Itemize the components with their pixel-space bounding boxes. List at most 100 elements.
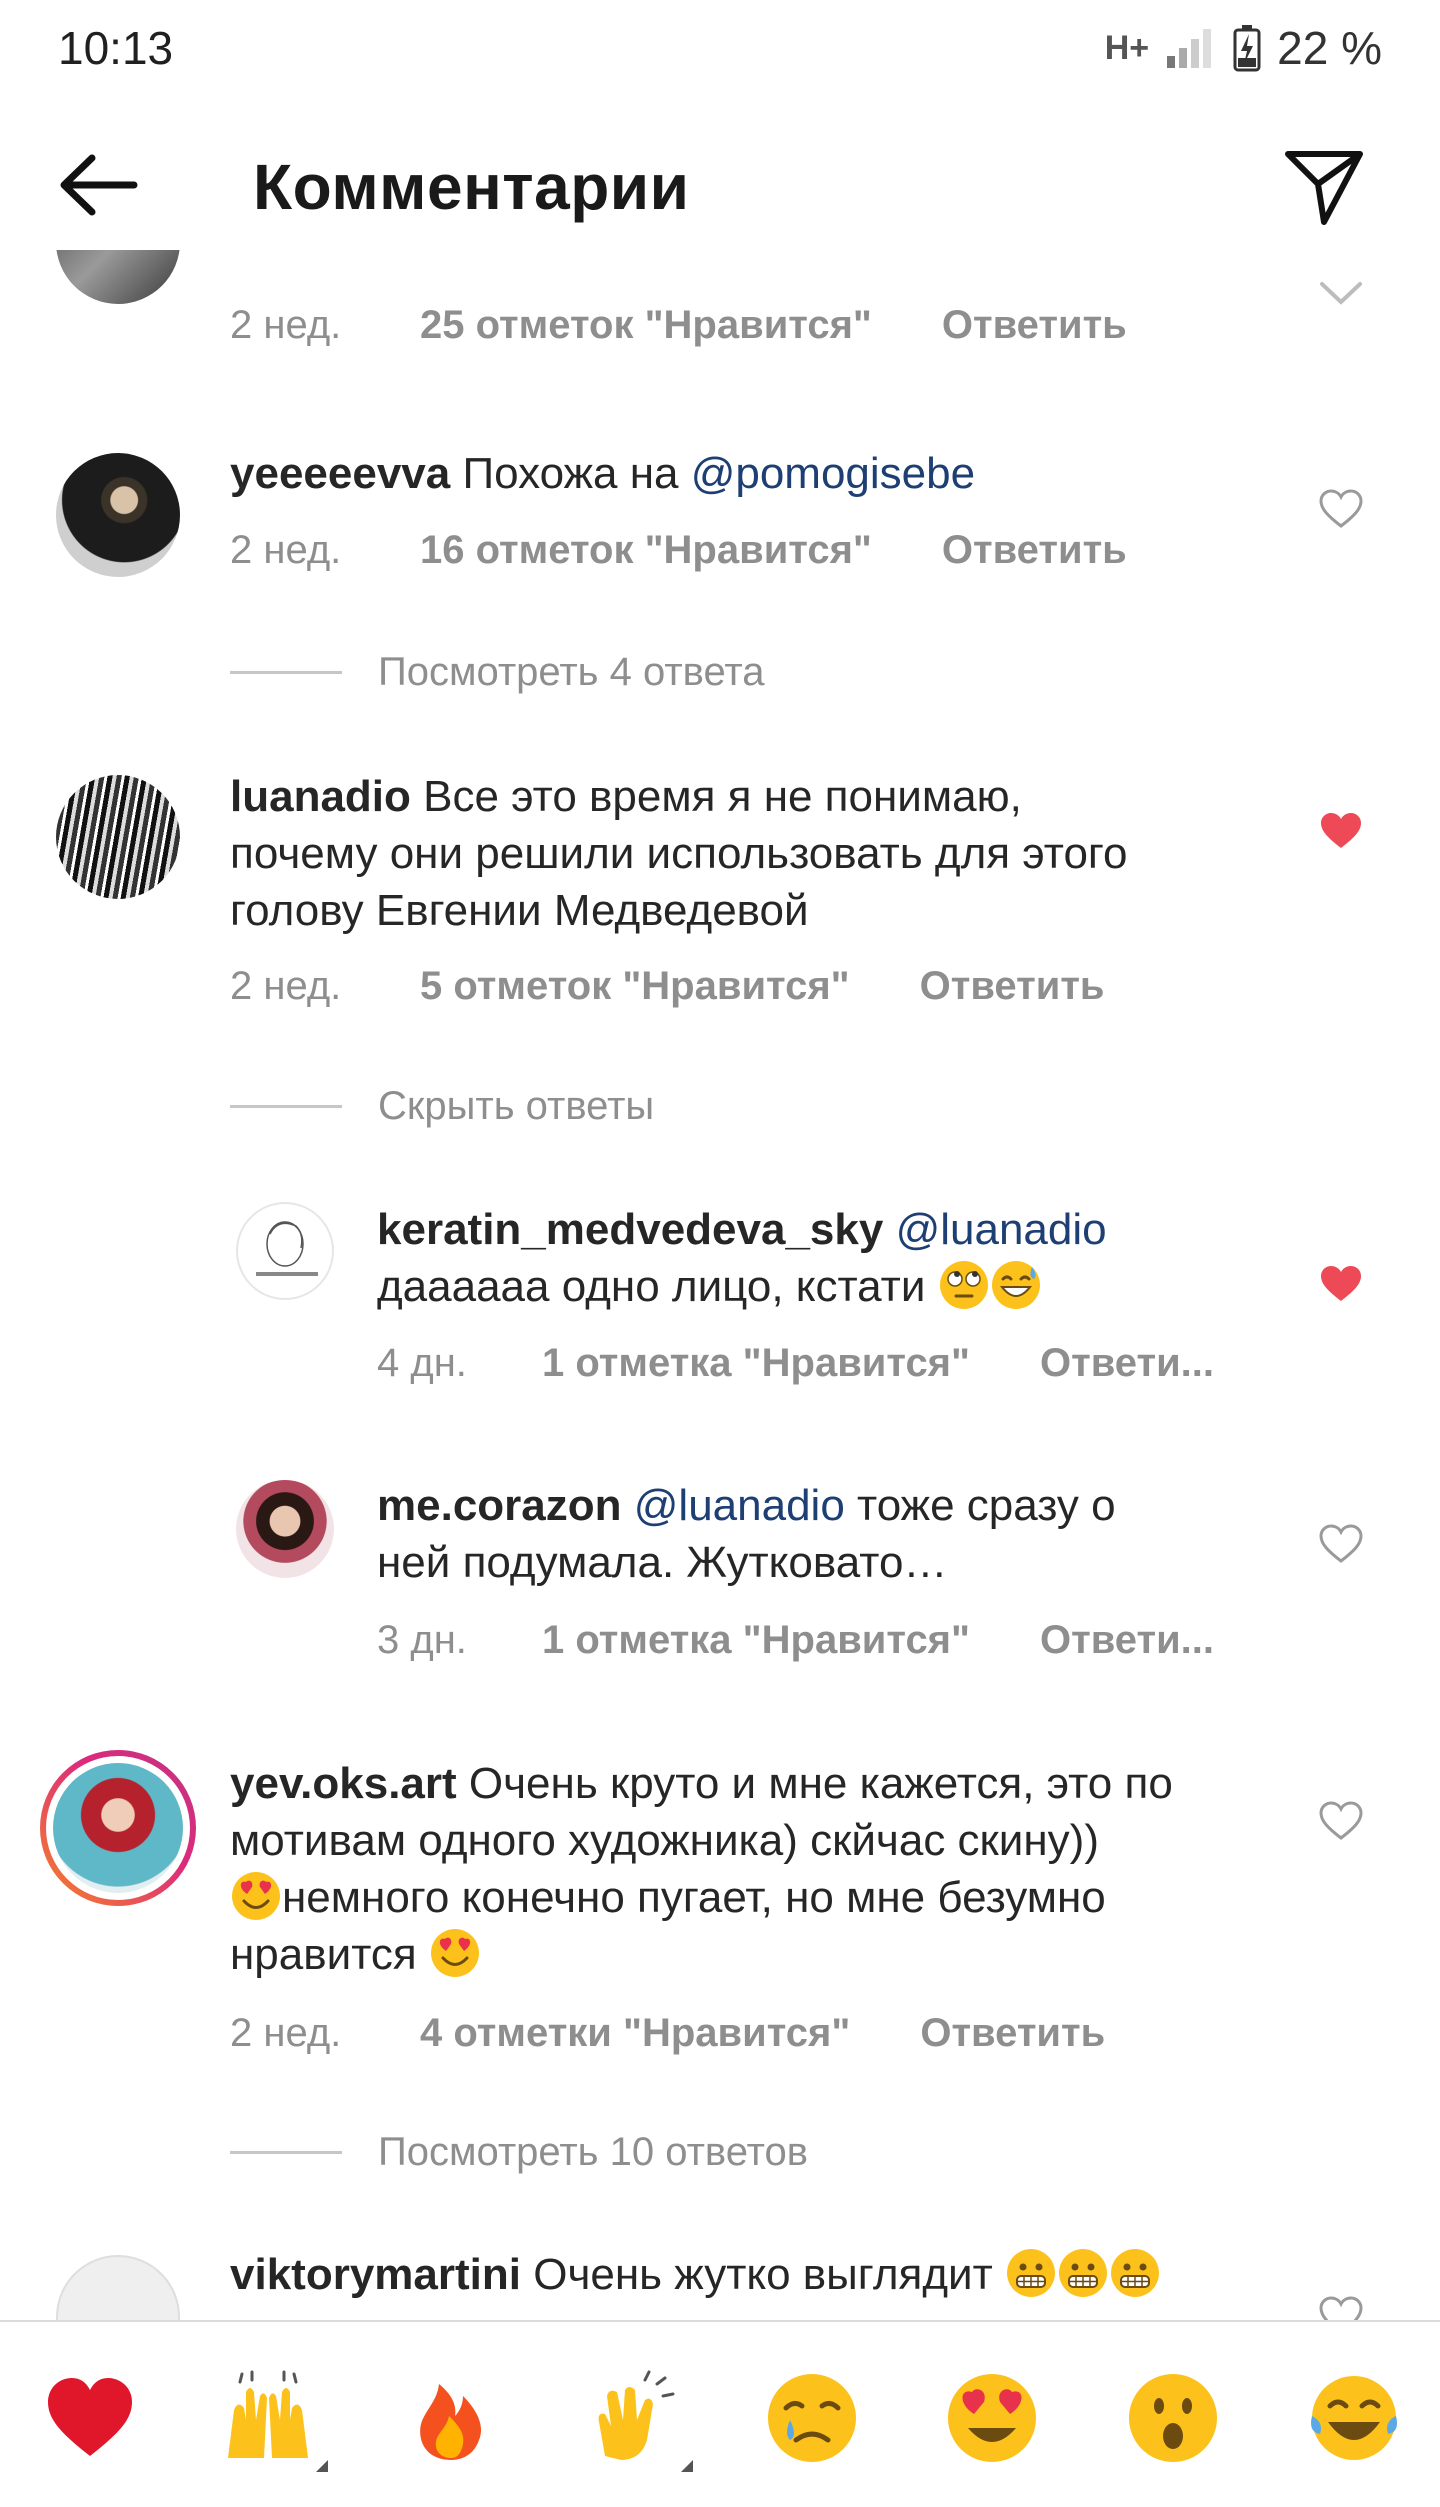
thread-label: Посмотреть 10 ответов	[378, 2129, 808, 2174]
likes-count[interactable]: 1 отметка "Нравится"	[542, 1618, 970, 1663]
battery-charging-icon	[1233, 25, 1261, 72]
reply-username[interactable]: keratin_medvedeva_sky	[377, 1205, 883, 1254]
raising-hands-icon	[228, 2370, 308, 2458]
comment-list[interactable]: 2 нед. 25 отметок "Нравится" Ответить ye…	[0, 250, 1440, 2320]
comment-body: Очень жутко выглядит	[533, 2250, 993, 2299]
reaction-crying-button[interactable]	[764, 2370, 860, 2466]
heart-outline-icon[interactable]	[1318, 488, 1364, 530]
face-with-rolling-eyes-icon	[939, 1261, 988, 1309]
comment-text: yev.oks.art Очень круто и мне кажется, э…	[230, 1755, 1300, 1983]
comment-time: 2 нед.	[230, 527, 342, 572]
view-replies-button[interactable]: Посмотреть 4 ответа	[230, 647, 765, 697]
hide-replies-button[interactable]: Скрыть ответы	[230, 1081, 654, 1131]
heart-outline-icon[interactable]	[1318, 2295, 1364, 2320]
heart-filled-icon[interactable]	[1318, 1263, 1364, 1305]
comment-body: Все это время я не понимаю,	[423, 772, 1022, 821]
comment-body: голову Евгении Медведевой	[230, 886, 809, 935]
reaction-open-mouth-button[interactable]	[1125, 2370, 1221, 2466]
heart-filled-icon[interactable]	[1318, 810, 1364, 852]
likes-count[interactable]: 1 отметка "Нравится"	[542, 1341, 970, 1386]
medvedeva-logo-icon	[256, 1221, 318, 1276]
reaction-tears-of-joy-button[interactable]	[1306, 2370, 1402, 2466]
reply-text: me.corazon @luanadio тоже сразу о ней по…	[377, 1477, 1307, 1591]
reply-body: ней подумала. Жутковато…	[377, 1538, 948, 1587]
avatar[interactable]	[56, 453, 180, 577]
reaction-clapping-button[interactable]	[585, 2370, 693, 2472]
comment-body: Очень круто и мне кажется, это по	[468, 1759, 1173, 1808]
likes-count[interactable]: 16 отметок "Нравится"	[420, 528, 872, 573]
comment-body: нравится	[230, 1930, 417, 1979]
variant-indicator	[681, 2460, 693, 2472]
quick-reaction-bar	[0, 2320, 1440, 2507]
comment-body: немного конечно пугает, но мне безумно	[282, 1873, 1106, 1922]
direct-send-icon[interactable]	[1282, 144, 1366, 228]
comment-body: мотивам одного художника) скйчас скину))	[230, 1816, 1099, 1865]
likes-count[interactable]: 4 отметки "Нравится"	[420, 2011, 850, 2056]
reply-button[interactable]: Ответить	[942, 528, 1127, 573]
thread-label: Скрыть ответы	[378, 1083, 655, 1128]
chevron-down-icon[interactable]	[1318, 280, 1364, 308]
network-type: H+	[1104, 28, 1150, 67]
reply-body: тоже сразу о	[857, 1481, 1116, 1530]
reaction-raising-hands-button[interactable]	[220, 2370, 328, 2472]
story-ring[interactable]	[40, 1750, 196, 1906]
reply-text: keratin_medvedeva_sky @luanadio дааааaa …	[377, 1201, 1307, 1315]
heart-outline-icon[interactable]	[1318, 1523, 1364, 1565]
view-replies-button[interactable]: Посмотреть 10 ответов	[230, 2127, 808, 2177]
red-heart-icon	[48, 2378, 132, 2456]
reply-time: 4 дн.	[377, 1340, 467, 1385]
comment-meta: 2 нед. 4 отметки "Нравится" Ответить	[230, 2008, 1105, 2058]
reply-meta: 3 дн. 1 отметка "Нравится" Ответи...	[377, 1615, 1214, 1665]
reaction-fire-button[interactable]	[403, 2370, 499, 2466]
avatar[interactable]	[56, 775, 180, 899]
status-icons: H+ 22 %	[1105, 21, 1382, 75]
comment-text: luanadio Все это время я не понимаю, поч…	[230, 768, 1300, 939]
comment-username[interactable]: luanadio	[230, 772, 411, 821]
grinning-face-with-sweat-icon	[991, 1261, 1040, 1309]
comment-username[interactable]: yev.oks.art	[230, 1759, 457, 1808]
reply-button[interactable]: Ответи...	[1040, 1341, 1214, 1386]
thread-divider	[230, 1104, 342, 1108]
heart-eyes-icon	[232, 1872, 280, 1920]
comment-body: Похожа на	[462, 449, 691, 498]
back-arrow-icon[interactable]	[56, 150, 140, 220]
comment-username[interactable]: viktorymartini	[230, 2250, 521, 2299]
mention-link[interactable]: @luanadio	[634, 1481, 845, 1530]
likes-count[interactable]: 5 отметок "Нравится"	[420, 964, 850, 1009]
avatar[interactable]	[56, 2255, 180, 2320]
comment-time: 2 нед.	[230, 2010, 342, 2055]
comments-screen: 10:13 H+ 22 % Комментарии 2 нед. 25 отме…	[0, 0, 1440, 2507]
mention-link[interactable]: @luanadio	[896, 1205, 1107, 1254]
avatar[interactable]	[53, 1763, 183, 1893]
comment-time: 2 нед.	[230, 963, 342, 1008]
avatar[interactable]	[236, 1202, 334, 1300]
crying-face-icon	[768, 2374, 856, 2462]
reply-button[interactable]: Ответить	[920, 964, 1105, 1009]
page-title: Комментарии	[253, 151, 690, 223]
reply-button[interactable]: Ответить	[920, 2011, 1105, 2056]
reaction-heart-button[interactable]	[42, 2370, 138, 2466]
avatar[interactable]	[56, 250, 180, 304]
signal-icon	[1167, 29, 1212, 68]
fire-icon	[420, 2384, 482, 2460]
thread-divider	[230, 2150, 342, 2154]
likes-count[interactable]: 25 отметок "Нравится"	[420, 303, 872, 348]
battery-percent: 22 %	[1277, 22, 1382, 74]
thread-divider	[230, 670, 342, 674]
top-bar: Комментарии	[0, 120, 1440, 250]
reply-time: 3 дн.	[377, 1617, 467, 1662]
reaction-heart-eyes-button[interactable]	[944, 2370, 1040, 2466]
comment-time: 2 нед.	[230, 302, 342, 347]
comment-text: viktorymartini Очень жутко выглядит	[230, 2246, 1300, 2303]
reply-button[interactable]: Ответи...	[1040, 1618, 1214, 1663]
mention-link[interactable]: @pomogisebe	[691, 449, 975, 498]
heart-outline-icon[interactable]	[1318, 1800, 1364, 1842]
reply-button[interactable]: Ответить	[942, 303, 1127, 348]
thread-label: Посмотреть 4 ответа	[378, 649, 765, 694]
reply-username[interactable]: me.corazon	[377, 1481, 622, 1530]
comment-body: почему они решили использовать для этого	[230, 829, 1128, 878]
comment-username[interactable]: yeeeeevva	[230, 449, 450, 498]
heart-eyes-icon	[430, 1929, 479, 1977]
clapping-hands-icon	[598, 2370, 675, 2460]
avatar[interactable]	[236, 1480, 334, 1578]
